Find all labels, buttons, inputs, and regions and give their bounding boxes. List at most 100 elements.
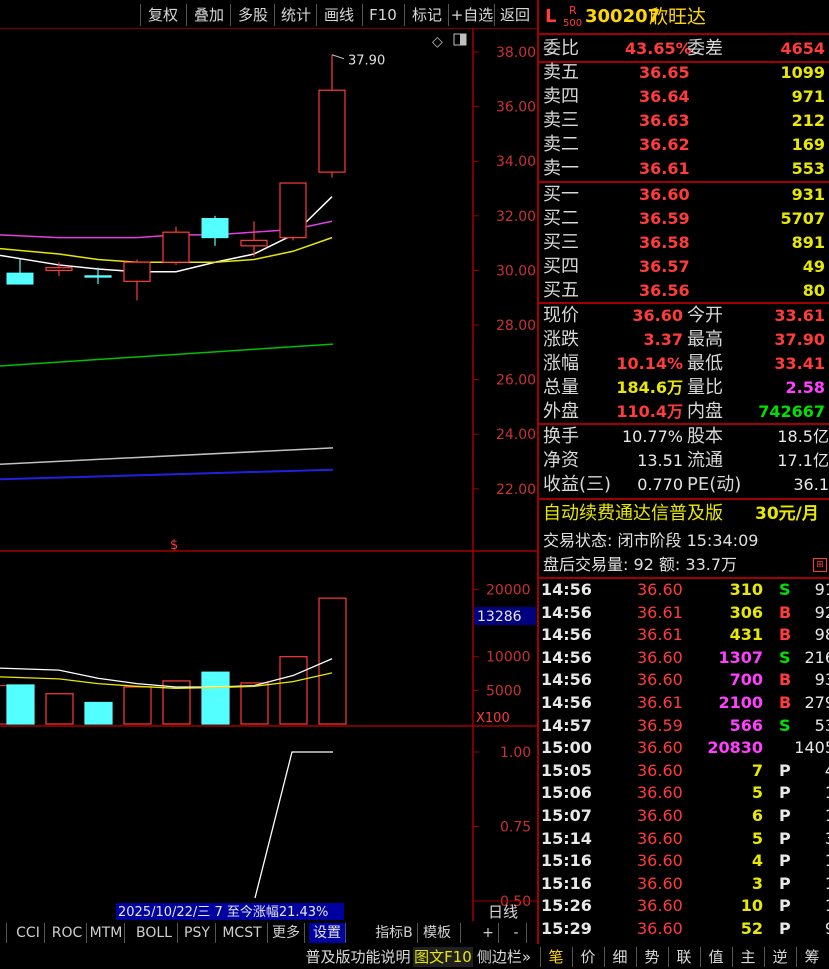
stock-name: 欣旺达 bbox=[649, 6, 707, 28]
candle-body[interactable] bbox=[45, 267, 73, 271]
level-price: 36.62 bbox=[639, 135, 690, 154]
tick-row[interactable]: 14:56 36.60 700 B 93 bbox=[541, 669, 829, 692]
candle-body[interactable] bbox=[6, 272, 34, 285]
toolbar-button-4[interactable]: 画线 bbox=[316, 4, 361, 26]
order-level[interactable]: 买三 36.58 891 bbox=[543, 231, 829, 254]
toolbar-button-8[interactable]: 返回 bbox=[494, 4, 535, 26]
period-label[interactable]: 日线 bbox=[488, 903, 518, 921]
candle-body[interactable] bbox=[279, 182, 307, 239]
candle-body[interactable] bbox=[162, 231, 190, 263]
order-level[interactable]: 买一 36.60 931 bbox=[543, 183, 829, 206]
toolbar-button-5[interactable]: F10 bbox=[362, 4, 403, 26]
level-volume: 49 bbox=[802, 257, 825, 276]
candle-body[interactable] bbox=[123, 261, 151, 282]
indicator-tab-5[interactable]: PSY bbox=[179, 923, 216, 943]
panel-tab-2[interactable]: 细 bbox=[604, 947, 635, 967]
level-label: 卖三 bbox=[543, 110, 579, 131]
order-level[interactable]: 买五 36.56 80 bbox=[543, 279, 829, 302]
tick-row[interactable]: 15:26 36.60 10 P 1 bbox=[541, 895, 829, 918]
indicator-tab-9[interactable]: 指标B bbox=[371, 923, 418, 943]
toolbar-button-3[interactable]: 统计 bbox=[274, 4, 317, 26]
tick-row[interactable]: 14:56 36.61 431 B 98 bbox=[541, 624, 829, 647]
tick-row[interactable]: 15:06 36.60 5P 1 bbox=[541, 782, 829, 805]
candle-body[interactable] bbox=[318, 89, 346, 173]
toolbar-button-1[interactable]: 叠加 bbox=[186, 4, 231, 26]
promo-price[interactable]: 30元/月 bbox=[755, 501, 819, 527]
tick-row[interactable]: 15:00 36.60 20830 1405 bbox=[541, 737, 829, 760]
order-level[interactable]: 卖一 36.61 553 bbox=[543, 157, 829, 180]
indicator-tab-8[interactable]: 设置 bbox=[309, 923, 346, 943]
panel-tab-0[interactable]: 笔 bbox=[540, 947, 571, 967]
volume-bar[interactable] bbox=[318, 597, 347, 725]
chart-toggle-icon[interactable]: ⊞ bbox=[813, 558, 827, 572]
order-level[interactable]: 卖四 36.64 971 bbox=[543, 85, 829, 108]
volume-bar[interactable] bbox=[45, 693, 74, 725]
status-item-1[interactable]: 图文F10 bbox=[413, 947, 473, 967]
status-item-2[interactable]: 侧边栏» bbox=[474, 947, 534, 967]
order-level[interactable]: 买二 36.59 5707 bbox=[543, 207, 829, 230]
tick-row[interactable]: 14:56 36.61 2100 B 279 bbox=[541, 692, 829, 715]
toolbar-button-2[interactable]: 多股 bbox=[230, 4, 275, 26]
status-item-0[interactable]: 普及版功能说明 bbox=[302, 947, 414, 967]
candle-body[interactable] bbox=[240, 239, 268, 247]
indicator-tab-2[interactable]: ROC bbox=[48, 923, 87, 943]
panel-tab-4[interactable]: 联 bbox=[668, 947, 699, 967]
tick-row[interactable]: 15:16 36.60 3P 1 bbox=[541, 873, 829, 896]
volume-bar[interactable] bbox=[84, 701, 113, 725]
tick-row[interactable]: 15:16 36.60 4P 1 bbox=[541, 850, 829, 873]
volume-bar[interactable] bbox=[6, 684, 35, 725]
price-tick-label: 34.00 bbox=[496, 154, 536, 170]
indicator-tab-10[interactable]: 模板 bbox=[414, 923, 461, 943]
candle-body[interactable] bbox=[201, 218, 229, 239]
tick-row[interactable]: 14:57 36.59 566 S 53 bbox=[541, 715, 829, 738]
panel-tab-8[interactable]: 筹 bbox=[796, 947, 827, 967]
promo-text[interactable]: 自动续费通达信普及版 bbox=[543, 501, 723, 527]
level-volume: 891 bbox=[791, 233, 825, 252]
panel-tab-5[interactable]: 值 bbox=[700, 947, 731, 967]
trade-state: 交易状态: 闭市阶段 15:34:09 bbox=[543, 529, 829, 552]
indicator-tab-6[interactable]: MCST bbox=[217, 923, 268, 943]
indicator-tab-7[interactable]: 更多 bbox=[268, 923, 305, 943]
panel-tab-6[interactable]: 主 bbox=[732, 947, 763, 967]
indicator-tab-11[interactable]: + bbox=[478, 923, 499, 943]
order-level[interactable]: 卖三 36.63 212 bbox=[543, 109, 829, 132]
tick-side: P bbox=[779, 760, 791, 780]
toolbar-button-6[interactable]: 标记 bbox=[404, 4, 449, 26]
toolbar-button-0[interactable]: 复权 bbox=[140, 4, 185, 26]
indicator-tab-0[interactable]: J bbox=[0, 923, 7, 943]
stat-row: 现价 36.60 今开 33.61 bbox=[543, 304, 829, 327]
order-level[interactable]: 买四 36.57 49 bbox=[543, 255, 829, 278]
volume-bar[interactable] bbox=[201, 671, 230, 725]
order-level[interactable]: 卖五 36.65 1099 bbox=[543, 61, 829, 84]
stat-label: 现价 bbox=[543, 305, 579, 326]
promo-banner[interactable]: 自动续费通达信普及版 30元/月 bbox=[543, 501, 829, 527]
indicator-tab-3[interactable]: MTM bbox=[88, 923, 125, 943]
indicator-tab-4[interactable]: BOLL bbox=[131, 923, 178, 943]
stat-label: 内盘 bbox=[687, 401, 723, 422]
ind-tick-label: 1.00 bbox=[500, 745, 531, 761]
fund-value: 13.51 bbox=[637, 451, 683, 470]
panel-tab-7[interactable]: 逆 bbox=[764, 947, 795, 967]
panel-tab-3[interactable]: 势 bbox=[636, 947, 667, 967]
panel-tab-1[interactable]: 价 bbox=[572, 947, 603, 967]
tick-row[interactable]: 14:56 36.61 306 B 92 bbox=[541, 602, 829, 625]
tick-row[interactable]: 15:07 36.60 6P 1 bbox=[541, 805, 829, 828]
candle-body[interactable] bbox=[84, 275, 112, 278]
indicator-tab-1[interactable]: CCI bbox=[12, 923, 45, 943]
tick-row[interactable]: 14:56 36.60 1307 S 216 bbox=[541, 647, 829, 670]
level-volume: 169 bbox=[791, 135, 825, 154]
tick-time: 14:56 bbox=[541, 580, 592, 599]
stat-label: 外盘 bbox=[543, 401, 579, 422]
toolbar-button-7[interactable]: +自选 bbox=[448, 4, 495, 26]
volume-bar[interactable] bbox=[123, 686, 152, 725]
tick-row[interactable]: 15:05 36.60 7P 4 bbox=[541, 760, 829, 783]
indicator-tab-12[interactable]: - bbox=[506, 923, 527, 943]
tick-row[interactable]: 15:29 36.60 52 P 9 bbox=[541, 918, 829, 941]
volume-bar[interactable] bbox=[279, 656, 308, 725]
kline-chart[interactable]: ◇ 38.00 36.00 34.00 32.00 30.00 28.00 26.00 24.0… bbox=[0, 28, 537, 921]
volume-bar[interactable] bbox=[240, 682, 269, 725]
tick-row[interactable]: 14:56 36.60 310 S 91 bbox=[541, 579, 829, 602]
order-level[interactable]: 卖二 36.62 169 bbox=[543, 133, 829, 156]
tick-row[interactable]: 15:14 36.60 5P 3 bbox=[541, 828, 829, 851]
diamond-icon[interactable]: ◇ bbox=[432, 34, 443, 50]
